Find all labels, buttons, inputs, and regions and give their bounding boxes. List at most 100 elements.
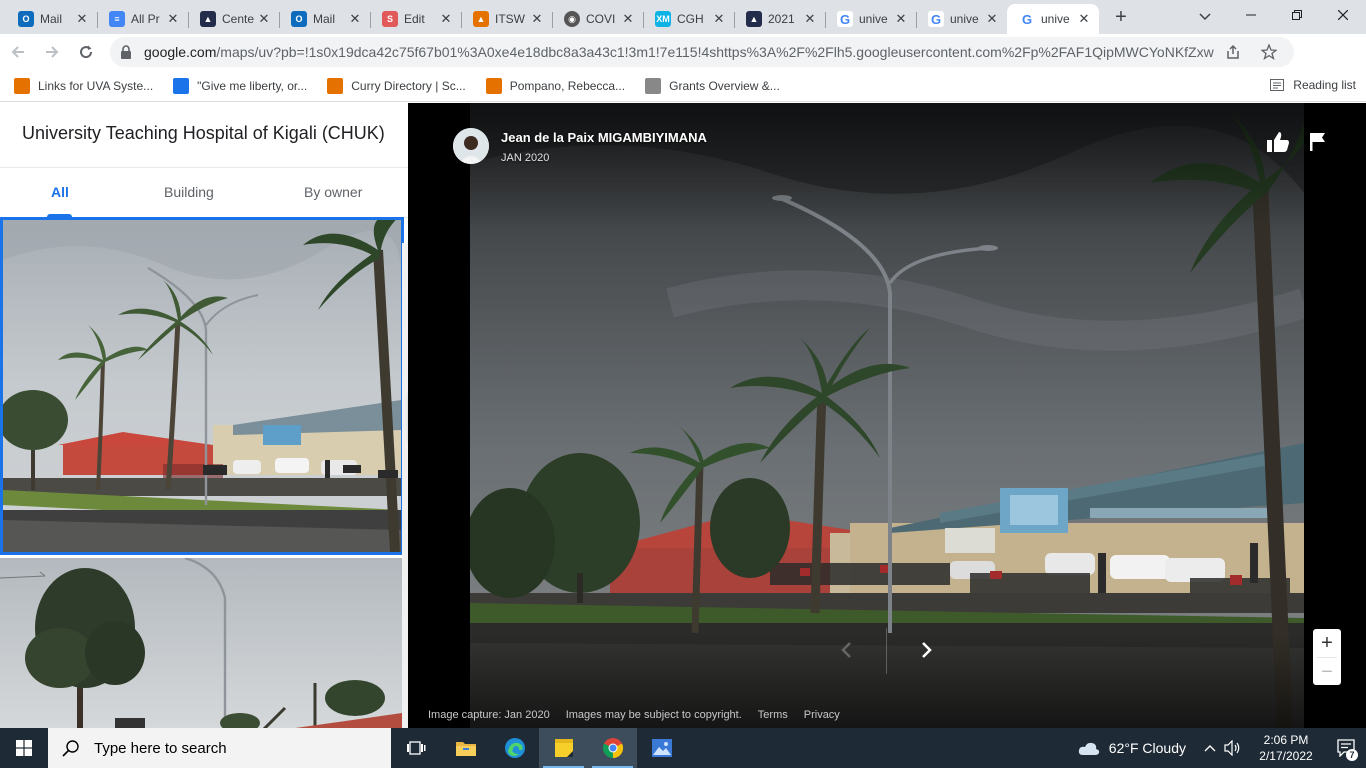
tab-title: 2021 [768, 12, 795, 26]
reading-list-button[interactable]: Reading list [1270, 78, 1356, 92]
browser-tab[interactable]: ▲ ITSW ✕ [461, 4, 552, 34]
taskbar-search-box[interactable]: Type here to search [48, 728, 391, 768]
browser-tab[interactable]: S Edit ✕ [370, 4, 461, 34]
taskbar-clock[interactable]: 2:06 PM 2/17/2022 [1246, 732, 1326, 764]
tab-close-icon[interactable]: ✕ [621, 12, 635, 26]
tab-close-icon[interactable]: ✕ [257, 12, 271, 26]
tab-strip: O Mail ✕ ≡ All Pr ✕ ▲ Cente ✕ O Mail ✕ S Edit ✕ ▲ ITSW ✕ ◉… [0, 0, 1366, 34]
share-icon[interactable] [1224, 43, 1242, 61]
tab-close-icon[interactable]: ✕ [803, 12, 817, 26]
main-photo[interactable] [470, 103, 1304, 728]
tab-title: Cente [222, 12, 255, 26]
copyright-notice: Images may be subject to copyright. [565, 709, 742, 721]
tab-close-icon[interactable]: ✕ [530, 12, 544, 26]
system-tray: 62°F Cloudy 2:06 PM 2/17/2022 7 [1077, 728, 1366, 768]
filter-tab-all[interactable]: All [51, 184, 69, 200]
tab-title: Mail [313, 12, 336, 26]
bookmark-item[interactable]: Grants Overview &... [645, 77, 780, 94]
cloudy-weather-icon[interactable] [1077, 740, 1101, 756]
weather-text[interactable]: 62°F Cloudy [1109, 740, 1186, 756]
edge-browser-icon[interactable] [490, 728, 539, 768]
reading-list-icon [1270, 79, 1285, 91]
tab-close-icon[interactable]: ✕ [1077, 12, 1091, 26]
chevron-up-icon[interactable] [1204, 744, 1216, 752]
bookmark-star-icon[interactable] [1260, 43, 1278, 61]
outlook-icon: O [18, 11, 34, 27]
address-bar[interactable]: google.com/maps/uv?pb=!1s0x19dca42c75f67… [110, 37, 1294, 67]
bookmark-label: Curry Directory | Sc... [351, 78, 466, 93]
tab-title: Mail [40, 12, 63, 26]
url-text[interactable]: google.com/maps/uv?pb=!1s0x19dca42c75f67… [144, 44, 1214, 60]
search-icon [62, 740, 79, 757]
back-arrow-icon[interactable] [2, 36, 34, 68]
zoom-out-button[interactable]: − [1313, 658, 1341, 686]
windows-taskbar: Type here to search 62°F Cloudy 2:06 PM … [0, 728, 1366, 768]
thumbs-up-icon[interactable] [1265, 129, 1291, 155]
terms-link[interactable]: Terms [758, 709, 788, 721]
author-name[interactable]: Jean de la Paix MIGAMBIYIMANA [501, 130, 707, 145]
browser-tab[interactable]: ≡ All Pr ✕ [97, 4, 188, 34]
xm-icon: XM [655, 11, 671, 27]
tab-close-icon[interactable]: ✕ [166, 12, 180, 26]
browser-tab[interactable]: Gunive ✕ [1007, 4, 1099, 34]
restore-icon[interactable] [1274, 0, 1320, 30]
tab-title: ITSW [495, 12, 525, 26]
bookmark-favicon-icon [14, 77, 30, 94]
report-flag-icon[interactable] [1305, 129, 1331, 155]
sticky-notes-icon[interactable] [539, 728, 588, 768]
photo-viewer: Jean de la Paix MIGAMBIYIMANA JAN 2020 +… [408, 103, 1366, 728]
browser-tab[interactable]: Gunive ✕ [825, 4, 916, 34]
browser-tab[interactable]: ▲ Cente ✕ [188, 4, 279, 34]
filter-tab-building[interactable]: Building [164, 184, 214, 200]
forward-arrow-icon[interactable] [36, 36, 68, 68]
tab-close-icon[interactable]: ✕ [348, 12, 362, 26]
tab-search-icon[interactable] [1192, 4, 1218, 30]
privacy-link[interactable]: Privacy [804, 709, 840, 721]
docs-icon: ≡ [109, 11, 125, 27]
filter-tab-by-owner[interactable]: By owner [304, 184, 362, 200]
bookmark-favicon-icon [485, 77, 502, 94]
browser-tab[interactable]: O Mail ✕ [279, 4, 370, 34]
author-avatar[interactable] [453, 128, 489, 164]
bookmarks-bar: Links for UVA Syste... "Give me liberty, … [0, 70, 1366, 102]
windows-start-icon[interactable] [0, 728, 48, 768]
bookmark-item[interactable]: Pompano, Rebecca... [485, 77, 625, 94]
tab-close-icon[interactable]: ✕ [75, 12, 89, 26]
tab-close-icon[interactable]: ✕ [712, 12, 726, 26]
browser-tab[interactable]: ▲ 2021 ✕ [734, 4, 825, 34]
image-capture-date: Image capture: Jan 2020 [428, 709, 550, 721]
next-photo-arrow-icon[interactable] [912, 635, 942, 665]
bookmark-item[interactable]: Links for UVA Syste... [14, 77, 153, 94]
bookmark-item[interactable]: "Give me liberty, or... [173, 77, 307, 94]
bookmark-item[interactable]: Curry Directory | Sc... [327, 77, 466, 94]
minimize-icon[interactable] [1228, 0, 1274, 30]
browser-tab[interactable]: Gunive ✕ [916, 4, 1007, 34]
tab-title: COVI [586, 12, 616, 26]
tab-title: Edit [404, 12, 425, 26]
browser-tab[interactable]: O Mail ✕ [6, 4, 97, 34]
browser-tab[interactable]: XM CGH ✕ [643, 4, 734, 34]
taskbar-search-placeholder: Type here to search [94, 739, 227, 757]
tab-title: All Pr [131, 12, 160, 26]
reading-list-label: Reading list [1293, 78, 1356, 92]
zoom-in-button[interactable]: + [1313, 629, 1341, 657]
seal-icon: ◉ [564, 11, 580, 27]
task-view-icon[interactable] [391, 728, 441, 768]
photo-thumbnail-selected[interactable] [0, 217, 404, 555]
new-tab-button[interactable]: + [1107, 4, 1135, 32]
photos-app-icon[interactable] [637, 728, 686, 768]
close-window-icon[interactable] [1320, 0, 1366, 30]
previous-photo-arrow-icon[interactable] [831, 635, 861, 665]
lock-icon[interactable] [120, 45, 132, 59]
notification-center-icon[interactable]: 7 [1326, 728, 1366, 768]
tab-close-icon[interactable]: ✕ [894, 12, 908, 26]
browser-tab[interactable]: ◉ COVI ✕ [552, 4, 643, 34]
reload-icon[interactable] [70, 36, 102, 68]
chrome-browser-icon[interactable] [588, 728, 637, 768]
volume-icon[interactable] [1224, 740, 1242, 756]
photo-thumbnail[interactable] [0, 558, 402, 728]
tab-close-icon[interactable]: ✕ [439, 12, 453, 26]
file-explorer-icon[interactable] [441, 728, 490, 768]
tab-close-icon[interactable]: ✕ [985, 12, 999, 26]
outlook-icon: O [291, 11, 307, 27]
